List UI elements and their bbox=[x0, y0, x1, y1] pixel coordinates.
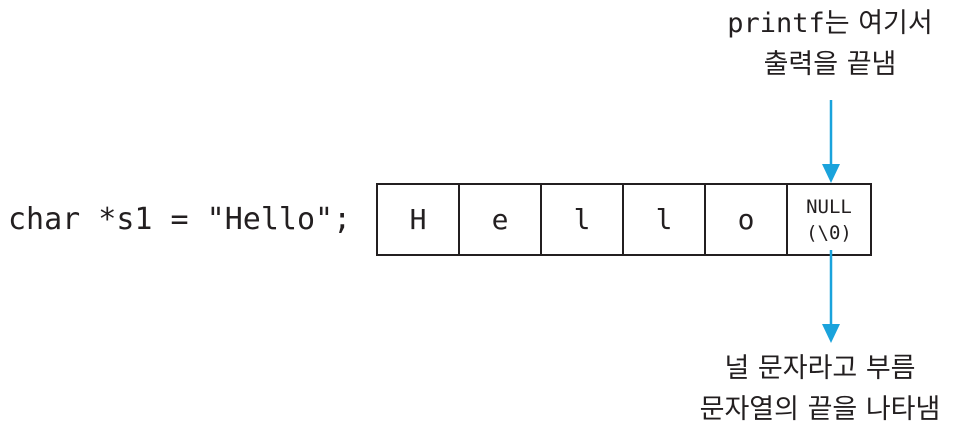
annotation-top: printf는 여기서 출력을 끝냄 bbox=[700, 3, 960, 85]
printf-code: printf bbox=[727, 8, 825, 39]
array-cell-3: l bbox=[624, 185, 706, 254]
arrow-down-to-null-head bbox=[822, 164, 840, 183]
code-declaration: char *s1 = "Hello"; bbox=[8, 202, 352, 237]
annotation-bottom-line1: 널 문자라고 부름 bbox=[724, 353, 916, 384]
annotation-top-line2: 출력을 끝냄 bbox=[763, 49, 897, 80]
null-escape-label: (\0) bbox=[806, 221, 852, 244]
array-cell-null: NULL (\0) bbox=[788, 185, 870, 254]
arrow-down-from-null-head bbox=[822, 324, 840, 343]
array-cell-2: l bbox=[542, 185, 624, 254]
annotation-bottom-line2: 문자열의 끝을 나타냄 bbox=[699, 394, 941, 425]
char-array: H e l l o NULL (\0) bbox=[376, 183, 872, 256]
annotation-top-line1: printf는 여기서 bbox=[700, 3, 960, 44]
annotation-top-line1-text: 는 여기서 bbox=[824, 8, 933, 39]
annotation-bottom: 널 문자라고 부름 문자열의 끝을 나타냄 bbox=[670, 348, 970, 430]
array-cell-0: H bbox=[378, 185, 460, 254]
array-cell-4: o bbox=[706, 185, 788, 254]
null-label: NULL bbox=[806, 195, 852, 218]
array-cell-1: e bbox=[460, 185, 542, 254]
